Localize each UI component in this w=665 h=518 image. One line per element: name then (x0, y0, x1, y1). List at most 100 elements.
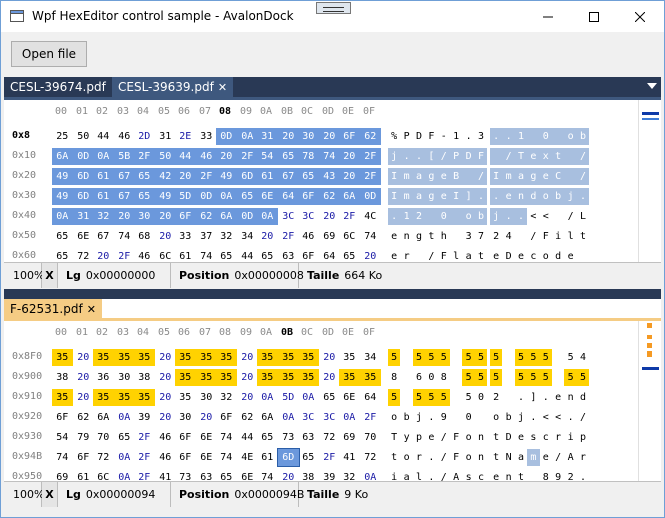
ascii-char[interactable]: m (527, 449, 540, 466)
ascii-char[interactable]: 0 (425, 369, 437, 386)
hex-byte[interactable]: 35 (93, 349, 114, 366)
hex-byte[interactable]: 6E (339, 389, 360, 406)
ascii-char[interactable]: / (552, 449, 564, 466)
hex-byte[interactable]: 34 (237, 228, 258, 245)
ascii-char[interactable]: e (437, 168, 450, 185)
ascii-char[interactable]: ] (462, 188, 475, 205)
ascii-char[interactable] (450, 349, 462, 366)
ascii-char[interactable]: T (388, 429, 400, 446)
hex-byte[interactable]: 69 (319, 228, 340, 245)
ascii-char[interactable] (400, 389, 412, 406)
hex-row[interactable]: 0x950 69 61 6C 0A 2F 41 73 63 65 6E 74 20 38 39 32 0A i a l… (4, 468, 638, 481)
hex-byte[interactable]: 6F (52, 409, 73, 426)
ascii-char[interactable]: I (388, 168, 401, 185)
hex-byte[interactable]: 6A (339, 188, 360, 205)
hex-byte[interactable]: 63 (196, 469, 217, 481)
ascii-char[interactable]: < (540, 409, 552, 426)
hex-byte[interactable]: 65 (257, 248, 278, 262)
ascii-char[interactable]: F (540, 228, 552, 245)
hex-byte[interactable]: 67 (278, 168, 299, 185)
ascii-char[interactable]: 4 (577, 349, 589, 366)
hex-byte[interactable]: 65 (114, 429, 135, 446)
hex-row[interactable]: 0x10 6A 0D 0A 5B 2F 50 44 46 20 2F 54 65 78 74 20 2F j..[… (4, 147, 638, 166)
hex-byte[interactable]: 44 (175, 148, 196, 165)
ascii-char[interactable]: r (552, 429, 564, 446)
tab-menu-chevron-down-icon[interactable] (647, 83, 657, 89)
hex-byte[interactable]: 38 (298, 469, 319, 481)
ascii-char[interactable]: L (577, 208, 589, 225)
ascii-char[interactable]: . (502, 208, 515, 225)
ascii-char[interactable]: n (502, 469, 514, 481)
hex-byte[interactable]: 64 (319, 248, 340, 262)
ascii-char[interactable]: . (425, 409, 437, 426)
hex-byte[interactable]: 2F (134, 148, 155, 165)
ascii-char[interactable]: e (515, 248, 527, 262)
hex-byte[interactable]: 62 (196, 208, 217, 225)
ascii-char[interactable]: e (388, 248, 400, 262)
hex-byte[interactable]: 68 (134, 228, 155, 245)
ascii-char[interactable] (475, 409, 487, 426)
ascii-char[interactable]: t (552, 148, 565, 165)
ascii-char[interactable]: / (577, 409, 589, 426)
hex-byte[interactable]: 20 (196, 409, 217, 426)
hex-byte[interactable]: 69 (339, 429, 360, 446)
hex-byte[interactable]: 0D (360, 188, 381, 205)
ascii-char[interactable]: . (576, 188, 590, 205)
hex-byte[interactable]: 20 (278, 469, 299, 481)
ascii-char[interactable]: ] (527, 389, 539, 406)
hex-byte[interactable]: 0D (216, 128, 237, 145)
hex-byte[interactable]: 65 (298, 168, 319, 185)
hex-byte[interactable]: 35 (360, 369, 381, 386)
ascii-char[interactable]: e (502, 188, 515, 205)
ascii-char[interactable]: / (527, 228, 539, 245)
hex-byte[interactable]: 5B (114, 148, 135, 165)
ascii-char[interactable]: 5 (412, 349, 426, 366)
hex-byte[interactable]: 35 (196, 369, 217, 386)
hex-row[interactable]: 0x8F0 35 20 35 35 35 20 35 35 35 20 35 35 35 20 35 34 5 5… (4, 348, 638, 367)
hex-byte[interactable]: 32 (93, 208, 114, 225)
ascii-char[interactable] (450, 228, 462, 245)
ascii-char[interactable]: 3 (462, 228, 474, 245)
hex-byte[interactable]: 72 (360, 449, 381, 466)
ascii-char[interactable]: o (400, 449, 412, 466)
ascii-char[interactable]: c (475, 469, 487, 481)
ascii-char[interactable]: F (450, 429, 462, 446)
ascii-char[interactable]: r (413, 449, 425, 466)
hex-byte[interactable]: 43 (319, 168, 340, 185)
hex-row[interactable]: 0x900 38 20 36 30 38 20 35 35 35 20 35 35 35 20 35 35 8 6… (4, 368, 638, 387)
hex-byte[interactable]: 61 (93, 188, 114, 205)
hex-byte[interactable]: 35 (175, 369, 196, 386)
hex-view[interactable]: 00 01 02 03 04 05 06 07 08 09 0A 0B 0C 0D 0E 0F 0x8F0 35… (4, 321, 638, 481)
ascii-char[interactable]: i (564, 429, 576, 446)
ascii-char[interactable]: / (564, 208, 576, 225)
hex-byte[interactable]: 6F (216, 409, 237, 426)
hex-byte[interactable]: 6C (155, 248, 176, 262)
ascii-char[interactable]: F (474, 148, 488, 165)
ascii-char[interactable] (564, 148, 577, 165)
hex-byte[interactable]: 79 (73, 429, 94, 446)
hex-byte[interactable]: 6A (216, 208, 237, 225)
ascii-char[interactable]: t (515, 469, 527, 481)
ascii-char[interactable]: [ (425, 148, 438, 165)
ascii-char[interactable] (515, 228, 527, 245)
ascii-char[interactable] (502, 349, 514, 366)
hex-byte[interactable]: 0A (237, 128, 258, 145)
ascii-char[interactable] (490, 148, 503, 165)
hex-byte[interactable]: 6E (257, 188, 278, 205)
ascii-char[interactable]: 5 (539, 349, 552, 366)
hex-byte[interactable]: 65 (319, 389, 340, 406)
hex-byte[interactable]: 2F (237, 148, 258, 165)
ascii-char[interactable]: a (514, 168, 528, 185)
hex-byte[interactable]: 72 (73, 248, 94, 262)
ascii-char[interactable]: j (388, 148, 401, 165)
ascii-char[interactable]: t (577, 228, 589, 245)
ascii-char[interactable]: < (527, 208, 539, 225)
ascii-char[interactable]: / (438, 469, 450, 481)
hex-byte[interactable]: 4C (360, 208, 381, 225)
hex-byte[interactable]: 62 (73, 409, 94, 426)
ascii-char[interactable]: C (552, 168, 565, 185)
ascii-char[interactable]: / (474, 168, 488, 185)
ascii-char[interactable]: m (400, 188, 413, 205)
ascii-char[interactable]: o (388, 409, 400, 426)
hex-byte[interactable]: 20 (73, 369, 94, 386)
